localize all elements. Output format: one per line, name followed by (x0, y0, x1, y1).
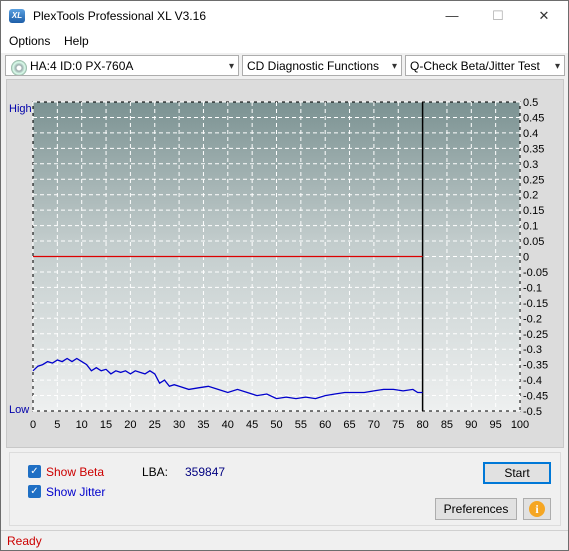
beta-jitter-chart: 0 5 10 15 20 25 30 35 40 45 50 55 60 65 70 75 80 85 90 95 10… (9, 97, 548, 431)
y-tick-label: 0 (523, 252, 529, 264)
show-beta-label[interactable]: Show Beta (46, 465, 104, 479)
info-icon: i (529, 501, 545, 517)
x-tick-label: 95 (490, 419, 502, 431)
y-tick-label: 0.15 (523, 205, 544, 217)
lba-label: LBA: (142, 465, 169, 479)
y-tick-label: 0.45 (523, 112, 544, 124)
x-tick-label: 5 (54, 419, 60, 431)
info-button[interactable]: i (523, 498, 551, 520)
window-title: PlexTools Professional XL V3.16 (33, 9, 206, 23)
x-tick-label: 45 (246, 419, 258, 431)
menu-bar: Options Help (1, 31, 568, 53)
toolbar: HA:4 ID:0 PX-760A ▾ CD Diagnostic Functi… (1, 53, 568, 79)
y-tick-label: -0.45 (523, 391, 548, 403)
x-tick-label: 25 (149, 419, 161, 431)
cd-drive-icon (11, 60, 27, 75)
status-bar: Ready (1, 530, 568, 550)
drive-select[interactable]: HA:4 ID:0 PX-760A ▾ (5, 55, 239, 76)
show-jitter-label[interactable]: Show Jitter (46, 485, 105, 499)
y-tick-label: -0.05 (523, 267, 548, 279)
chevron-down-icon: ▾ (554, 61, 560, 72)
x-tick-label: 70 (368, 419, 380, 431)
y-tick-label: 0.2 (523, 190, 538, 202)
y-tick-label: 0.3 (523, 159, 538, 171)
x-tick-label: 60 (319, 419, 331, 431)
start-button[interactable]: Start (483, 462, 551, 484)
y-tick-label: -0.2 (523, 313, 542, 325)
menu-help[interactable]: Help (64, 34, 89, 48)
y-tick-label: 0.35 (523, 143, 544, 155)
x-tick-label: 20 (124, 419, 136, 431)
x-tick-label: 80 (416, 419, 428, 431)
x-tick-label: 75 (392, 419, 404, 431)
drive-select-value: HA:4 ID:0 PX-760A (30, 59, 134, 73)
controls-panel: ✓ Show Beta ✓ Show Jitter LBA: 359847 St… (9, 452, 561, 526)
x-tick-label: 35 (197, 419, 209, 431)
title-bar: XL PlexTools Professional XL V3.16 — ☐ ✕ (1, 1, 568, 31)
minimize-button[interactable]: — (429, 1, 475, 31)
show-jitter-checkbox[interactable]: ✓ (28, 485, 41, 498)
y-tick-label: 0.1 (523, 221, 538, 233)
x-tick-label: 0 (30, 419, 36, 431)
close-button[interactable]: ✕ (521, 1, 567, 31)
x-tick-label: 65 (343, 419, 355, 431)
y-tick-label: 0.05 (523, 236, 544, 248)
x-tick-label: 100 (511, 419, 529, 431)
x-tick-label: 85 (441, 419, 453, 431)
y-tick-label: -0.1 (523, 282, 542, 294)
maximize-button[interactable]: ☐ (475, 1, 521, 31)
axis-label-high: High (9, 103, 32, 115)
menu-options[interactable]: Options (9, 34, 50, 48)
axis-label-low: Low (9, 404, 29, 416)
show-beta-checkbox[interactable]: ✓ (28, 465, 41, 478)
function-select[interactable]: CD Diagnostic Functions ▾ (242, 55, 402, 76)
x-tick-label: 10 (76, 419, 88, 431)
x-tick-label: 30 (173, 419, 185, 431)
chart-panel: 0 5 10 15 20 25 30 35 40 45 50 55 60 65 70 75 80 85 90 95 10… (6, 79, 564, 448)
x-tick-label: 15 (100, 419, 112, 431)
lba-value: 359847 (185, 465, 226, 479)
plextools-app-icon: XL (9, 9, 25, 23)
test-select-value: Q-Check Beta/Jitter Test (410, 59, 540, 73)
x-tick-label: 40 (222, 419, 234, 431)
chevron-down-icon: ▾ (391, 61, 397, 72)
x-tick-label: 55 (295, 419, 307, 431)
y-tick-label: -0.15 (523, 298, 548, 310)
y-tick-label: -0.4 (523, 375, 542, 387)
y-tick-label: -0.35 (523, 360, 548, 372)
y-tick-label: 0.25 (523, 174, 544, 186)
x-tick-label: 50 (270, 419, 282, 431)
status-text: Ready (7, 534, 42, 548)
function-select-value: CD Diagnostic Functions (247, 59, 380, 73)
y-tick-label: -0.5 (523, 406, 542, 418)
test-select[interactable]: Q-Check Beta/Jitter Test ▾ (405, 55, 565, 76)
main-window: XL PlexTools Professional XL V3.16 — ☐ ✕… (0, 0, 569, 551)
y-tick-label: -0.3 (523, 344, 542, 356)
y-tick-label: 0.4 (523, 128, 538, 140)
preferences-button[interactable]: Preferences (435, 498, 517, 520)
y-tick-label: -0.25 (523, 329, 548, 341)
y-tick-label: 0.5 (523, 97, 538, 109)
x-tick-label: 90 (465, 419, 477, 431)
chevron-down-icon: ▾ (228, 61, 234, 72)
